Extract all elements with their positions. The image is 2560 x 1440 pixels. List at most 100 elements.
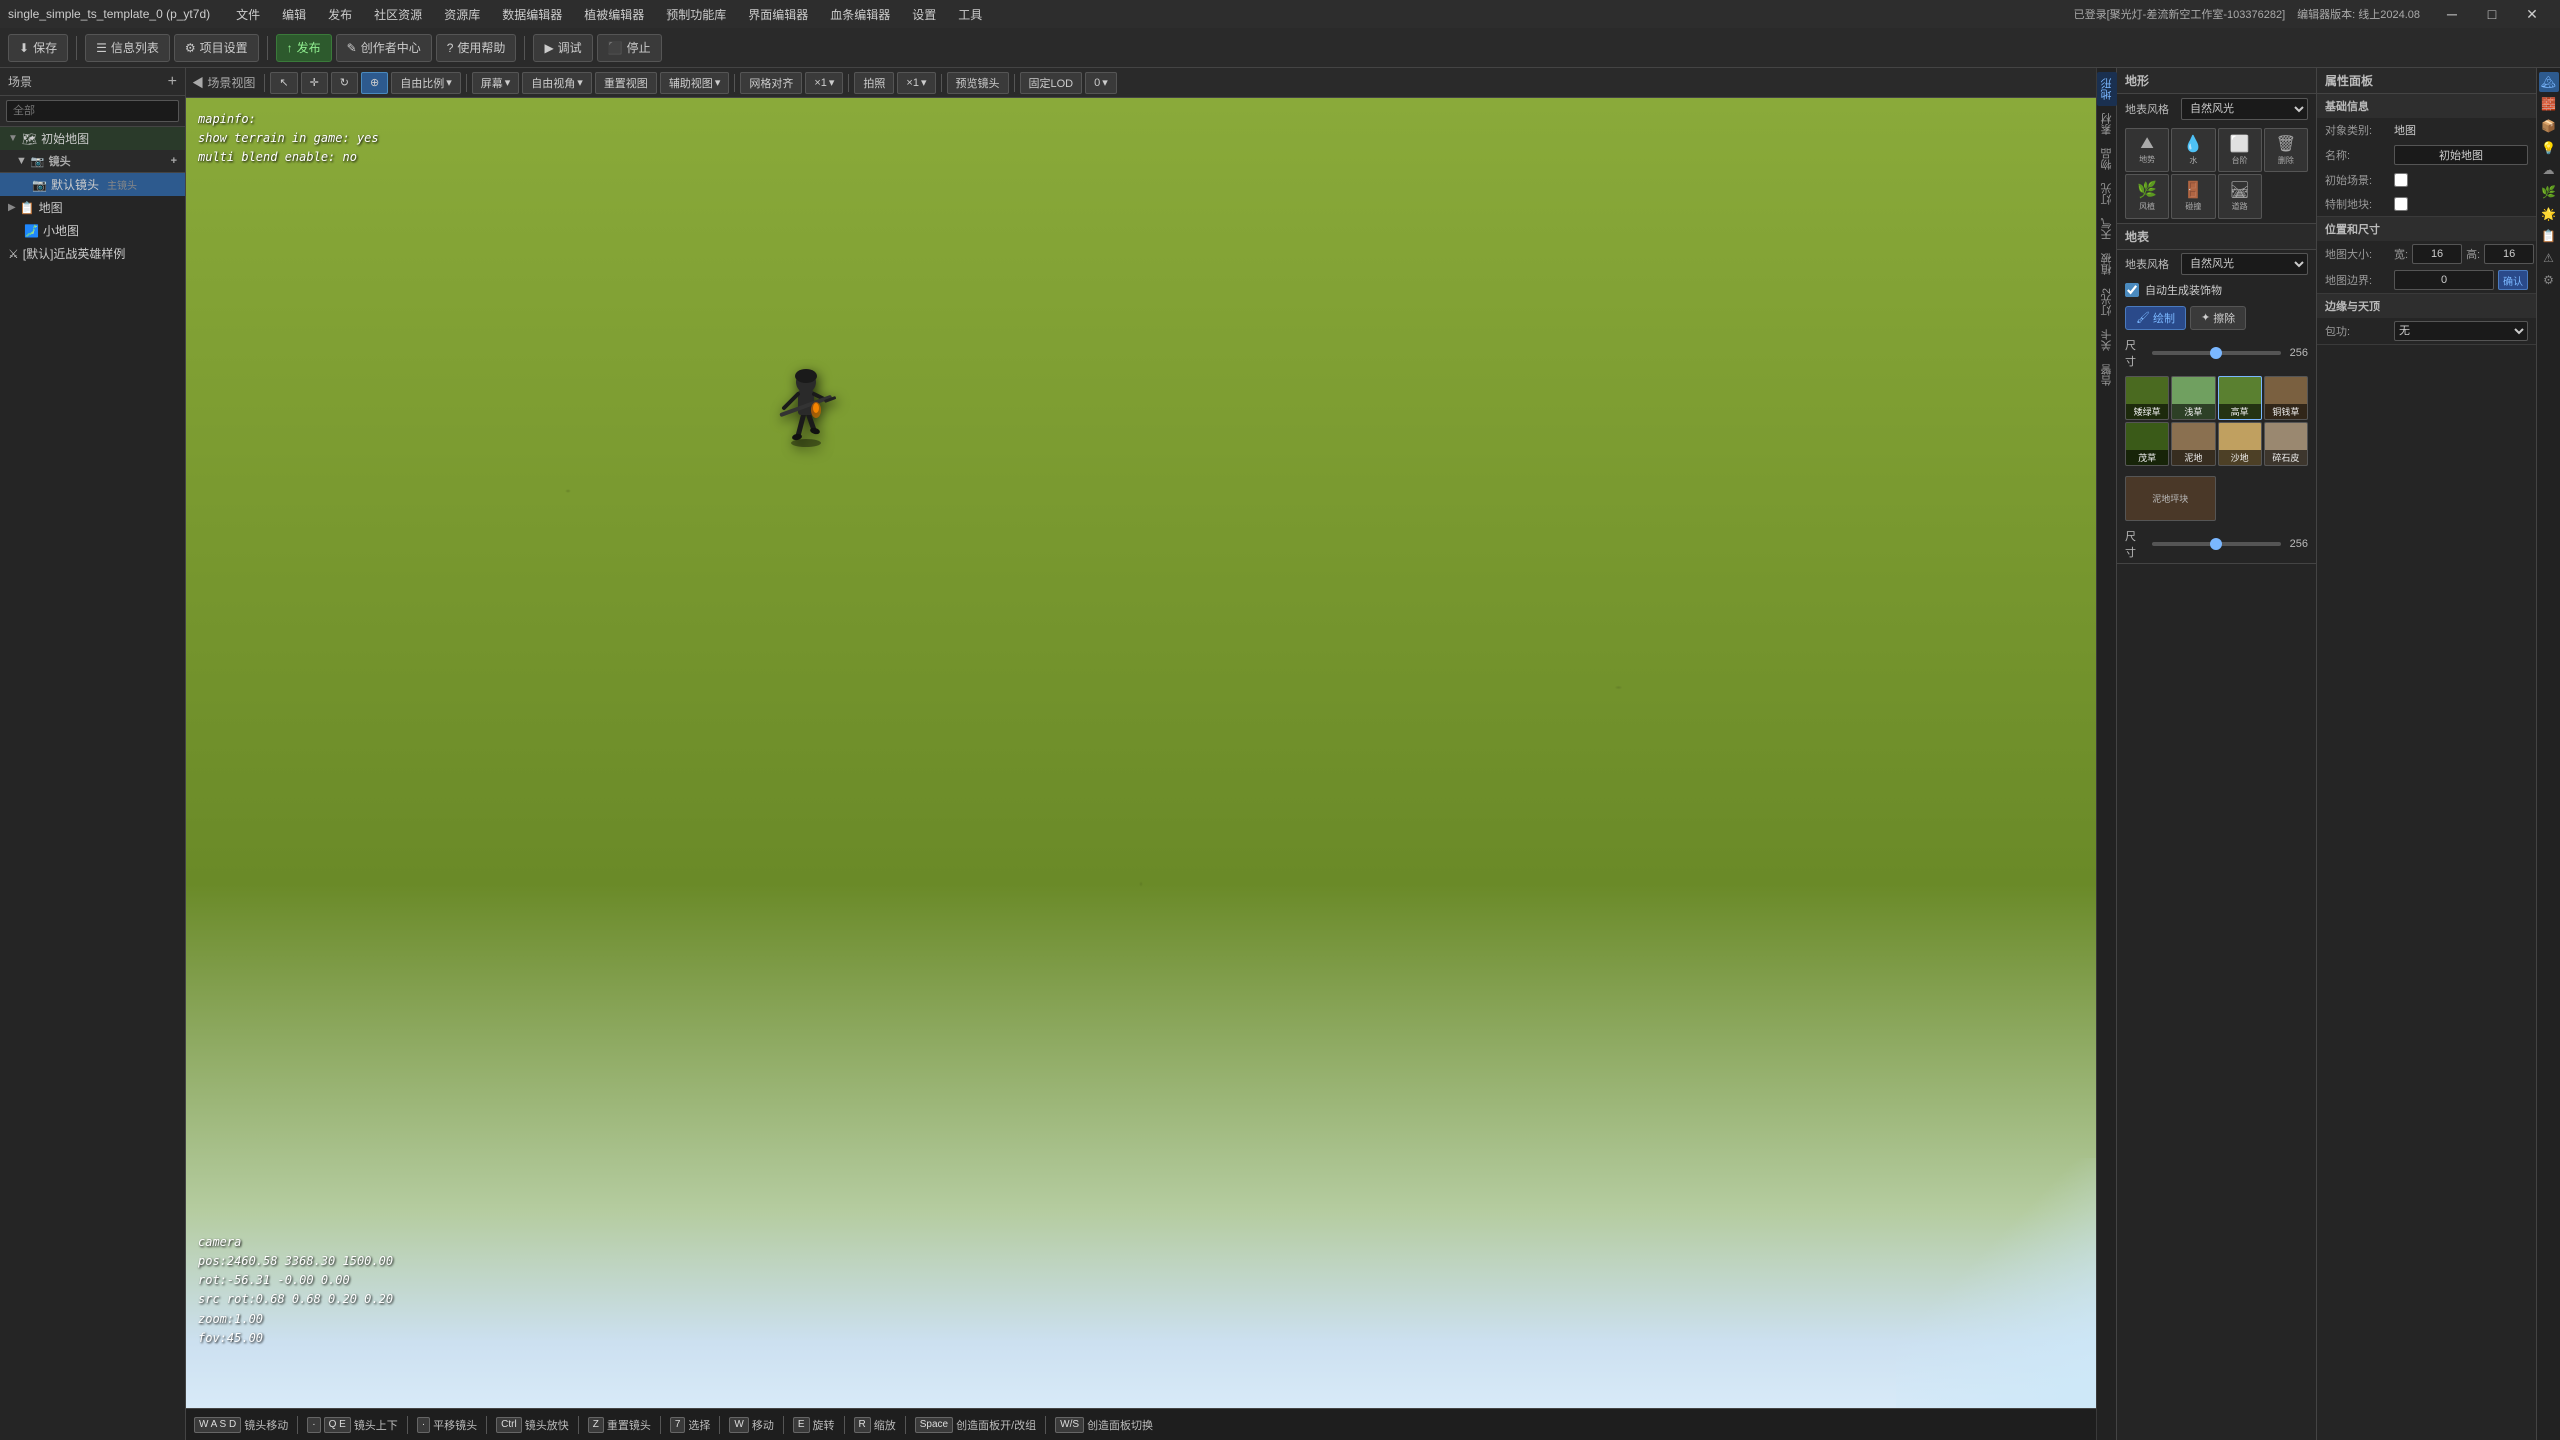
texture-sand[interactable]: 沙地: [2218, 422, 2262, 466]
rotate-tool-btn[interactable]: ↻: [331, 72, 358, 94]
map-border-input[interactable]: [2394, 270, 2494, 290]
map-width-input[interactable]: [2412, 244, 2462, 264]
menu-prefab[interactable]: 预制功能库: [656, 4, 736, 25]
side-tab-terrain[interactable]: 🏔: [2539, 72, 2559, 92]
packing-select[interactable]: 无: [2394, 321, 2528, 341]
cameras-section[interactable]: ▼ 📷 镜头 +: [0, 150, 185, 173]
free-proportion-btn[interactable]: 自由比例 ▾: [391, 72, 461, 94]
auto-decor-checkbox[interactable]: [2125, 283, 2139, 297]
terrain-btn-delete[interactable]: 🗑 删除: [2264, 128, 2308, 172]
tree-initial-map[interactable]: ▼ 🗺 初始地图: [0, 127, 185, 150]
default-example-item[interactable]: ⚔ [默认]近战英雄样例: [0, 242, 185, 265]
terrain-btn-collision[interactable]: 🚪 碰撞: [2171, 174, 2215, 218]
cameras-add-icon[interactable]: +: [171, 155, 177, 167]
size-slider[interactable]: [2152, 351, 2281, 355]
scene-add-button[interactable]: +: [168, 73, 177, 91]
mud-size-slider[interactable]: [2152, 542, 2281, 546]
ground-style-select[interactable]: 自然风光: [2181, 253, 2308, 275]
side-tab-material[interactable]: 🧱: [2539, 94, 2559, 114]
tss-light2[interactable]: 灯光2: [2097, 282, 2117, 322]
side-tab-items[interactable]: 📦: [2539, 116, 2559, 136]
menu-settings[interactable]: 设置: [902, 4, 946, 25]
menu-plant-editor[interactable]: 植被编辑器: [574, 4, 654, 25]
search-input[interactable]: [6, 100, 179, 122]
stop-button[interactable]: ⬛ 停止: [597, 34, 662, 62]
erase-btn[interactable]: ✦ 擦除: [2190, 306, 2246, 330]
mud-tile[interactable]: 泥地坪块: [2125, 476, 2216, 521]
screenshot-btn[interactable]: 拍照: [854, 72, 894, 94]
menu-ui-editor[interactable]: 界面编辑器: [738, 4, 818, 25]
tss-terrain[interactable]: 地形: [2097, 72, 2117, 106]
border-confirm-btn[interactable]: 确认: [2498, 270, 2528, 290]
reset-view-btn[interactable]: 重置视图: [595, 72, 657, 94]
texture-grass[interactable]: 矮绿草: [2125, 376, 2169, 420]
terrain-btn-water[interactable]: 💧 水: [2171, 128, 2215, 172]
tss-weather[interactable]: 天气: [2097, 212, 2117, 246]
side-tab-level[interactable]: 📋: [2539, 226, 2559, 246]
texture-earth[interactable]: 泥地: [2171, 422, 2215, 466]
scale-tool-btn[interactable]: ⊕: [361, 72, 388, 94]
move-tool-btn[interactable]: ✛: [301, 72, 328, 94]
creator-center-button[interactable]: ✎ 创作者中心: [336, 34, 432, 62]
menu-file[interactable]: 文件: [226, 4, 270, 25]
use-help-button[interactable]: ? 使用帮助: [436, 34, 517, 62]
levels-section[interactable]: ▶ 📋 地图: [0, 196, 185, 219]
side-tab-light[interactable]: 💡: [2539, 138, 2559, 158]
select-tool-btn[interactable]: ↖: [270, 72, 297, 94]
tss-level[interactable]: 关卡: [2097, 323, 2117, 357]
tss-items[interactable]: 物品: [2097, 142, 2117, 176]
menu-resources[interactable]: 资源库: [434, 4, 490, 25]
map-height-input[interactable]: [2484, 244, 2534, 264]
terrain-btn-wind[interactable]: 🌿 风植: [2125, 174, 2169, 218]
menu-community[interactable]: 社区资源: [364, 4, 432, 25]
photo-val-btn[interactable]: ×1 ▾: [897, 72, 935, 94]
free-angle-btn[interactable]: 自由视角 ▾: [522, 72, 592, 94]
small-map-item[interactable]: 🗾 小地图: [0, 219, 185, 242]
menu-bloodbar[interactable]: 血条编辑器: [820, 4, 900, 25]
side-tab-weather[interactable]: ☁: [2539, 160, 2559, 180]
viewport-canvas[interactable]: mapinfo: show terrain in game: yes multi…: [186, 98, 2096, 1408]
publish-button[interactable]: ↑ 发布: [276, 34, 332, 62]
minimize-button[interactable]: ─: [2432, 0, 2472, 28]
menu-tools[interactable]: 工具: [948, 4, 992, 25]
screen-btn[interactable]: 屏幕 ▾: [472, 72, 520, 94]
assist-view-btn[interactable]: 辅助视图 ▾: [660, 72, 730, 94]
preview-camera-btn[interactable]: 预览镜头: [947, 72, 1009, 94]
terrain-btn-mountain[interactable]: ⛰ 地势: [2125, 128, 2169, 172]
menu-edit[interactable]: 编辑: [272, 4, 316, 25]
side-tab-warning[interactable]: ⚠: [2539, 248, 2559, 268]
side-tab-settings[interactable]: ⚙: [2539, 270, 2559, 290]
texture-meadow[interactable]: 高草: [2218, 376, 2262, 420]
default-camera-item[interactable]: 📷 默认镜头 主镜头: [0, 173, 185, 196]
close-button[interactable]: ✕: [2512, 0, 2552, 28]
terrain-style-select[interactable]: 自然风光: [2181, 98, 2308, 120]
terrain-btn-platform[interactable]: ⬜ 台阶: [2218, 128, 2262, 172]
texture-gravel[interactable]: 碎石皮: [2264, 422, 2308, 466]
debug-button[interactable]: ▶ 调试: [533, 34, 592, 62]
grid-snap-btn[interactable]: 网格对齐: [740, 72, 802, 94]
lod-val-btn[interactable]: 0 ▾: [1085, 72, 1117, 94]
snap-val-btn[interactable]: ×1 ▾: [805, 72, 843, 94]
menu-publish[interactable]: 发布: [318, 4, 362, 25]
fixed-lod-btn[interactable]: 固定LOD: [1020, 72, 1083, 94]
texture-copper[interactable]: 铜钱草: [2264, 376, 2308, 420]
menu-data-editor[interactable]: 数据编辑器: [492, 4, 572, 25]
init-scene-checkbox[interactable]: [2394, 173, 2408, 187]
terrain-btn-road[interactable]: 🛤 道路: [2218, 174, 2262, 218]
project-settings-button[interactable]: ⚙ 项目设置: [174, 34, 259, 62]
special-block-checkbox[interactable]: [2394, 197, 2408, 211]
texture-lawn[interactable]: 茂草: [2125, 422, 2169, 466]
tss-plants[interactable]: 植被: [2097, 247, 2117, 281]
maximize-button[interactable]: □: [2472, 0, 2512, 28]
tss-warning[interactable]: 告警: [2097, 358, 2117, 392]
tss-material[interactable]: 素材: [2097, 107, 2117, 141]
name-input[interactable]: [2394, 145, 2528, 165]
paint-btn[interactable]: 🖌 绘制: [2125, 306, 2186, 330]
side-tab-light2[interactable]: 🌟: [2539, 204, 2559, 224]
brush-icon: 🖌: [2136, 311, 2150, 324]
texture-shallow[interactable]: 浅草: [2171, 376, 2215, 420]
info-list-button[interactable]: ☰ 信息列表: [85, 34, 170, 62]
save-button[interactable]: ⬇ 保存: [8, 34, 68, 62]
side-tab-plants[interactable]: 🌿: [2539, 182, 2559, 202]
tss-light[interactable]: 灯光: [2097, 177, 2117, 211]
